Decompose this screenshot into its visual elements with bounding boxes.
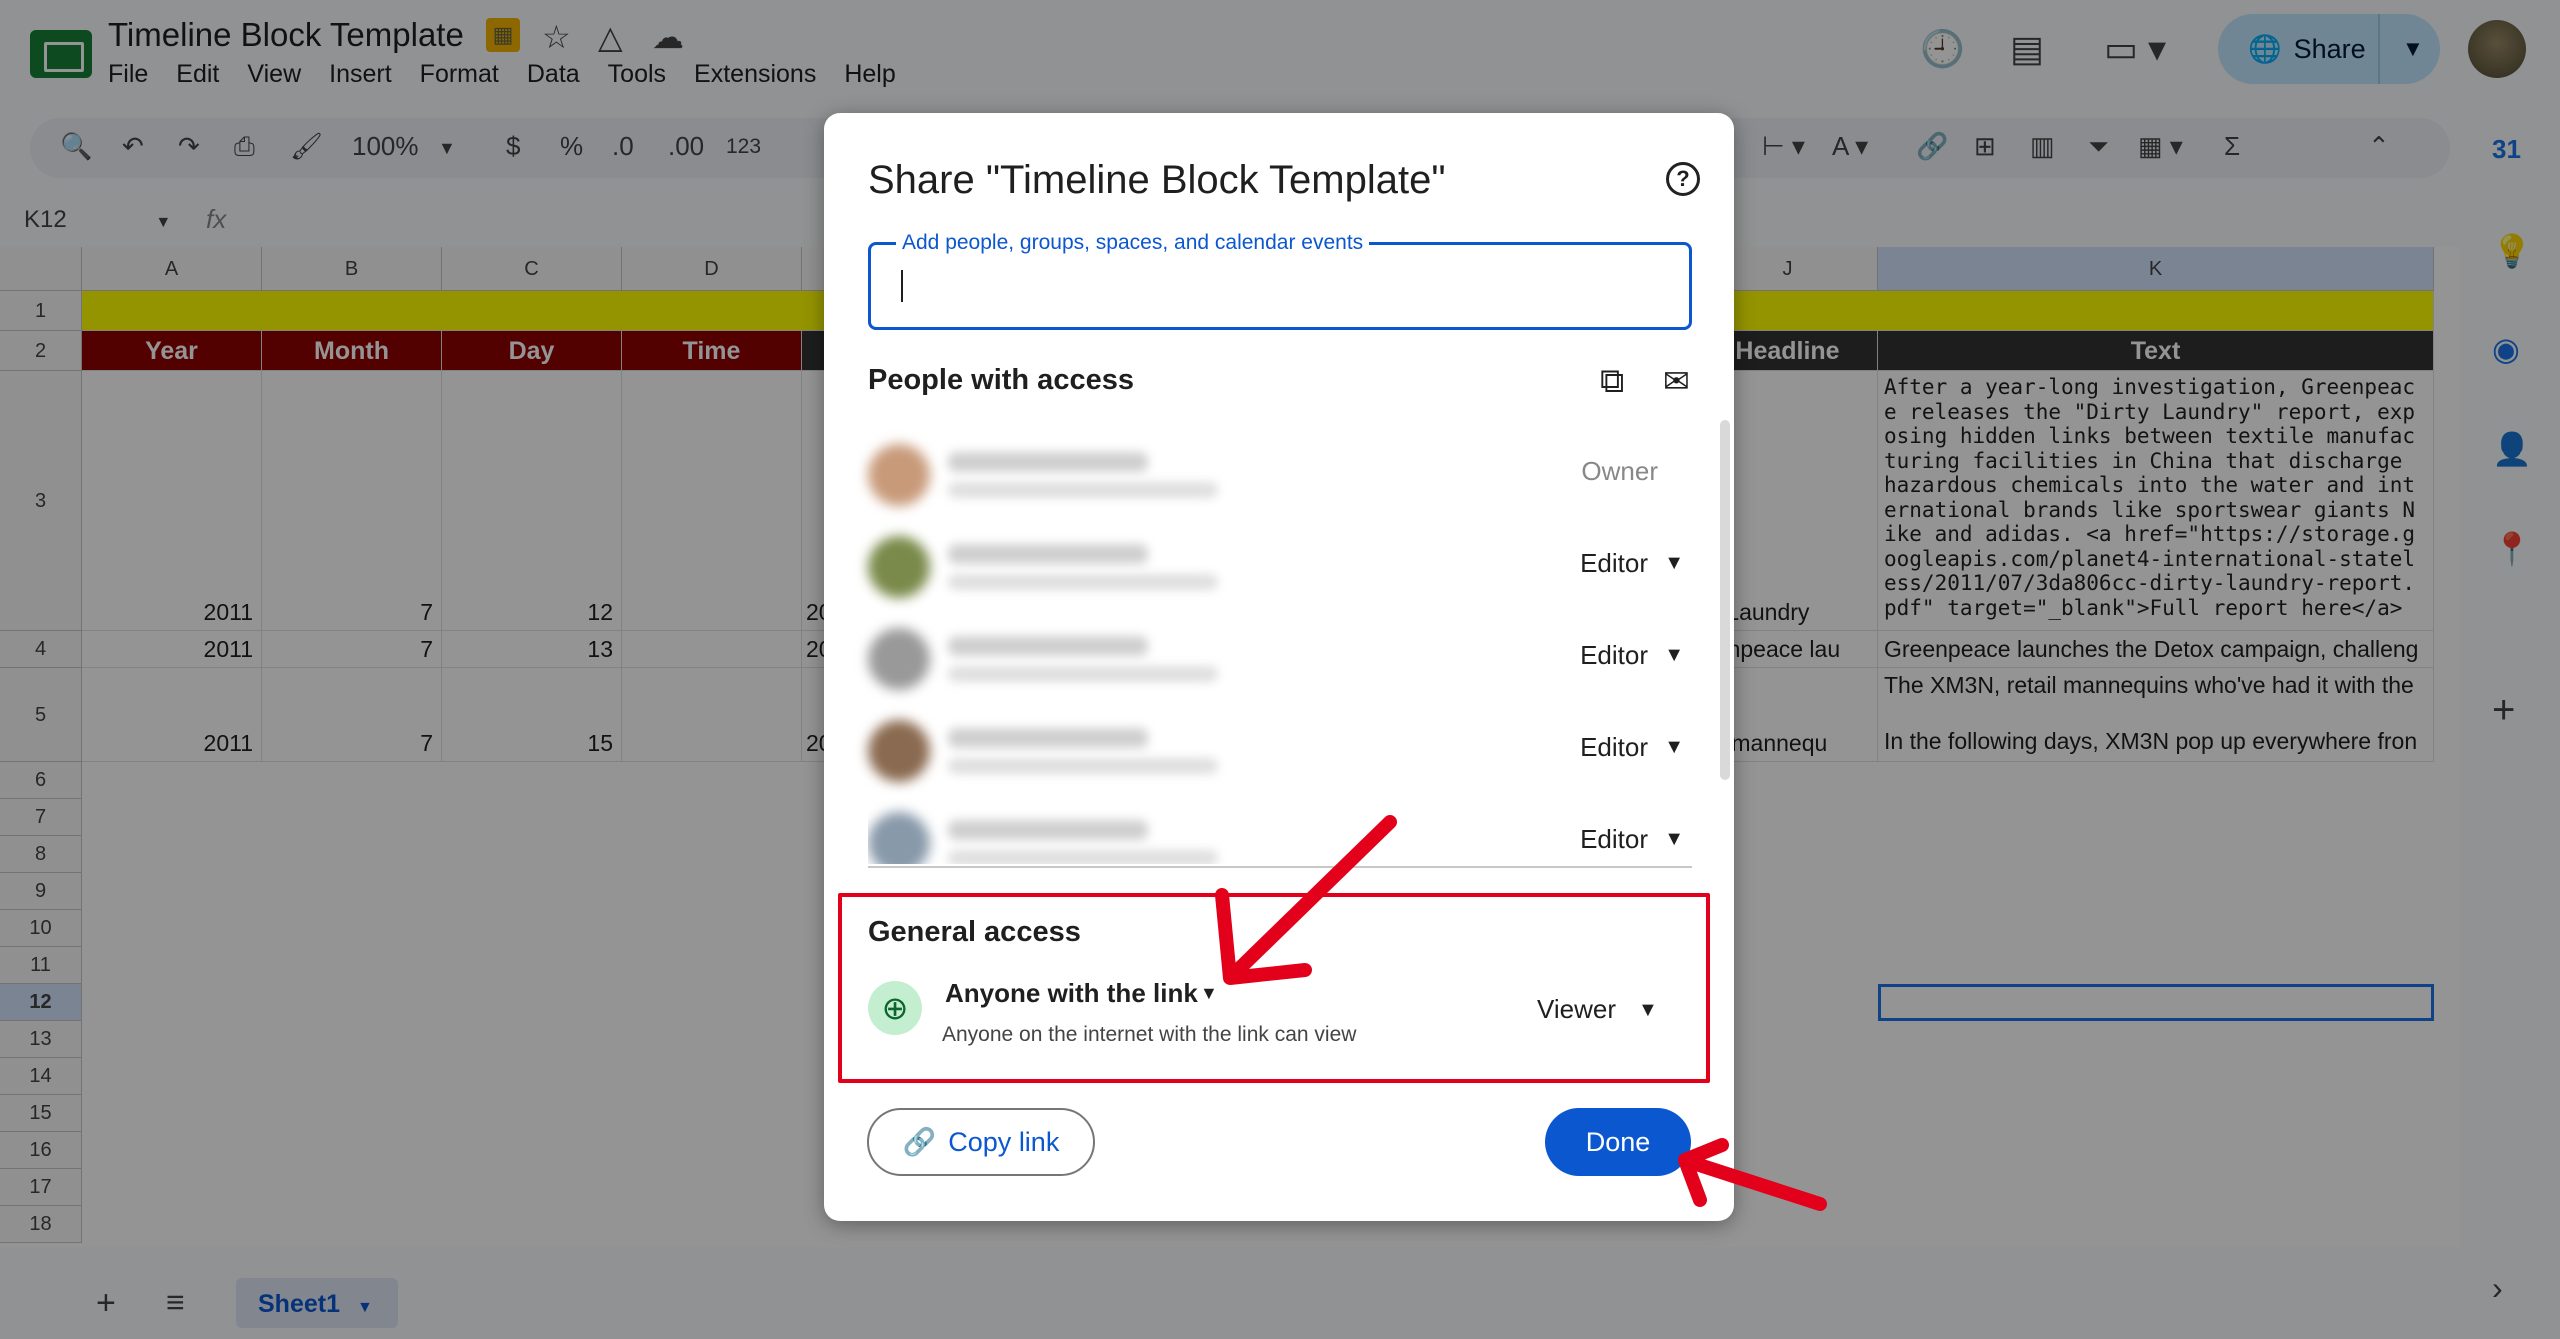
- arrow-to-access: [1233, 815, 1397, 975]
- annotation-arrows: [1215, 815, 1827, 1211]
- arrow-to-done: [1683, 1155, 1827, 1211]
